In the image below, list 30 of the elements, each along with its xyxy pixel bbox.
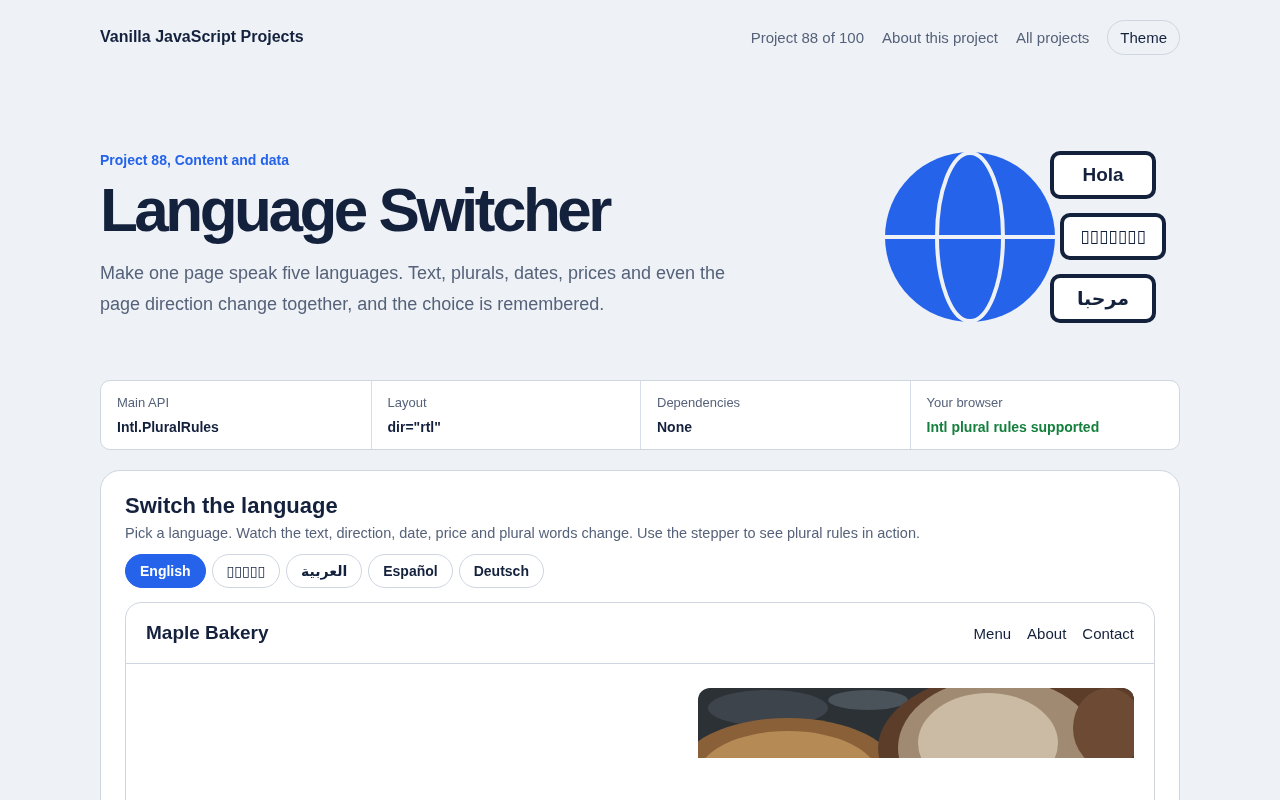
nav-link[interactable]: About this project xyxy=(882,28,998,46)
language-tab[interactable]: English xyxy=(125,554,206,588)
bakery-name: Maple Bakery xyxy=(146,622,269,644)
fact-value: Intl.PluralRules xyxy=(117,419,220,435)
language-tab[interactable]: Deutsch xyxy=(458,554,544,588)
globe-icon xyxy=(884,151,1056,323)
hero-description: Make one page speak five languages. Text, plurals, dates, prices and even the page direction change together, and the choice is remembered. xyxy=(100,262,727,317)
fact-value: None xyxy=(657,419,693,435)
greeting-bubble: Hola xyxy=(1050,151,1156,199)
language-tab[interactable]: العربية xyxy=(286,554,363,588)
fact-value: Intl plural rules supported xyxy=(926,419,1101,435)
eyebrow-text: Project 88, Content and data xyxy=(100,152,291,168)
preview-nav-link[interactable]: Menu xyxy=(973,624,1012,642)
fact-label: Your browser xyxy=(926,395,1004,410)
section-title: Switch the language xyxy=(125,493,339,519)
fact-label: Dependencies xyxy=(657,395,742,410)
site-title[interactable]: Vanilla JavaScript Projects xyxy=(100,28,304,46)
nav-link[interactable]: All projects xyxy=(1015,28,1090,46)
section-description: Pick a language. Watch the text, direction, date, price and plural words change. Use the stepper to see plural rules in action. xyxy=(125,525,921,541)
language-tab[interactable]: Español xyxy=(368,554,453,588)
language-tab[interactable]: ▯▯▯▯▯ xyxy=(211,554,281,588)
preview-nav-link[interactable]: About xyxy=(1027,624,1067,642)
preview-nav-link[interactable]: Contact xyxy=(1082,624,1134,642)
fact-label: Main API xyxy=(117,395,171,410)
nav-link[interactable]: Project 88 of 100 xyxy=(750,28,865,46)
fact-value: dir="rtl" xyxy=(387,419,442,435)
greeting-bubble: ▯▯▯▯▯▯▯ xyxy=(1060,213,1166,260)
page-title: Language Switcher xyxy=(100,176,611,245)
greeting-bubble: مرحبا xyxy=(1050,274,1156,323)
fact-label: Layout xyxy=(387,395,428,410)
